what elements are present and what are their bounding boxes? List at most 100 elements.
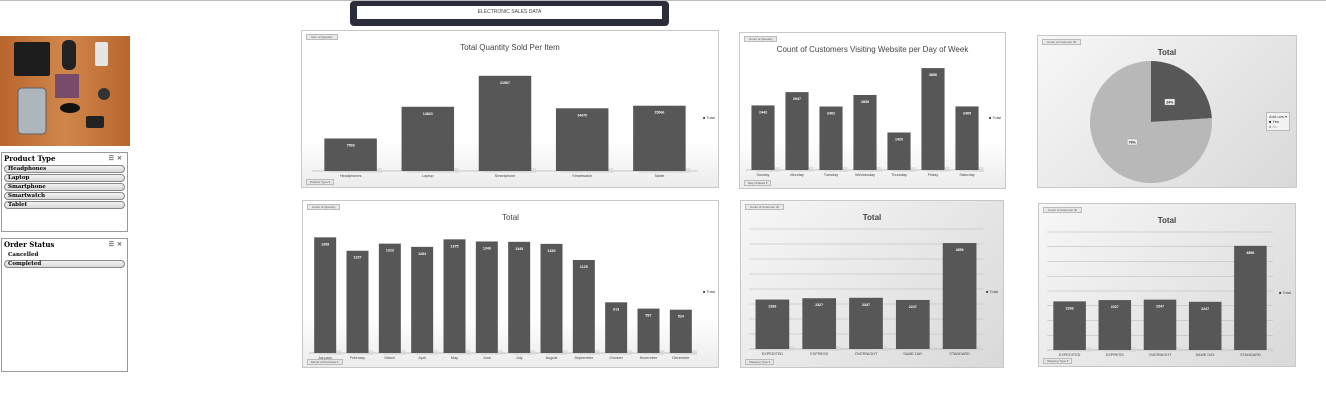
chart-monthly-total[interactable]: Count of Quantity Total 1399 January 1237 F… xyxy=(302,200,719,368)
category-label: March xyxy=(385,356,396,360)
filter-clear-icon[interactable]: ☰✕ xyxy=(109,155,125,162)
legend[interactable]: Add-ons ▾ ■ Yes ■ No xyxy=(1266,112,1291,131)
category-label: July xyxy=(516,356,523,360)
product-photo xyxy=(0,36,130,146)
slicer-product-type: Product Type ☰✕ Headphones Laptop Smartph… xyxy=(1,152,128,232)
bar xyxy=(478,75,532,171)
chart-shipping-type-2[interactable]: Count of Customer ID Total 2266 EXPEDITED… xyxy=(1038,203,1296,367)
filter-dropdown[interactable]: Shipping Type ▾ xyxy=(745,359,775,365)
chart-customers-per-day[interactable]: Count of Quantity Count of Customers Vis… xyxy=(739,32,1006,189)
chart-addons-pie[interactable]: Count of Customer ID Total 24% 76% Add-on… xyxy=(1037,35,1297,188)
data-label: 2443 xyxy=(759,110,767,114)
pie-slice xyxy=(1151,61,1212,122)
category-label: September xyxy=(575,356,594,360)
pie-label: 76% xyxy=(1129,140,1137,144)
filter-dropdown[interactable]: Product Type ▾ xyxy=(306,179,334,185)
chart-plot: 2266 EXPEDITED 2327 EXPRESS 2347 OVERNIGHT 224… xyxy=(1047,231,1273,357)
category-label: Friday xyxy=(928,173,939,177)
bar xyxy=(853,94,877,170)
data-label: 21967 xyxy=(500,81,510,85)
category-label: OVERNIGHT xyxy=(1149,353,1172,357)
category-label: Smartphone xyxy=(495,174,516,178)
data-label: 2405 xyxy=(963,111,971,115)
bar xyxy=(572,260,595,353)
legend: ■ Total xyxy=(1279,290,1291,295)
category-label: Saturday xyxy=(959,173,974,177)
bar xyxy=(378,243,401,353)
category-label: April xyxy=(418,356,426,360)
category-label: Sunday xyxy=(757,173,770,177)
bar xyxy=(751,105,775,170)
data-label: 1420 xyxy=(895,137,903,141)
category-label: August xyxy=(546,356,559,360)
slicer-item-smartphone[interactable]: Smartphone xyxy=(4,183,125,191)
bar xyxy=(955,106,979,170)
bar xyxy=(540,243,563,353)
data-label: 2247 xyxy=(909,305,917,309)
data-label: 1349 xyxy=(483,246,491,250)
slicer-item-headphones[interactable]: Headphones xyxy=(4,165,125,173)
category-label: SAME DAY xyxy=(903,352,923,356)
data-label: 2266 xyxy=(1066,306,1074,310)
data-label: 1284 xyxy=(418,252,426,256)
data-label: 2347 xyxy=(862,303,870,307)
data-label: 1375 xyxy=(451,244,459,248)
category-label: STANDARD xyxy=(949,352,970,356)
category-label: Monday xyxy=(790,173,804,177)
slicer-item-cancelled[interactable]: Cancelled xyxy=(4,251,125,259)
bar xyxy=(508,241,531,353)
data-label: 2266 xyxy=(768,305,776,309)
data-label: 2327 xyxy=(815,303,823,307)
data-label: 2247 xyxy=(1201,307,1209,311)
bar xyxy=(819,106,843,170)
data-label: 3856 xyxy=(929,73,937,77)
category-label: Laptop xyxy=(422,174,434,178)
data-label: 1345 xyxy=(515,247,523,251)
data-label: 524 xyxy=(678,315,684,319)
category-label: October xyxy=(609,356,623,360)
data-label: 4856 xyxy=(956,248,964,252)
category-label: Tablet xyxy=(654,174,665,178)
category-label: EXPRESS xyxy=(810,352,828,356)
slicer-title: Order Status xyxy=(4,240,55,249)
category-label: SAME DAY xyxy=(1196,353,1216,357)
filter-dropdown[interactable]: Day of Week ▾ xyxy=(744,180,772,186)
category-label: May xyxy=(451,356,458,360)
data-label: 14823 xyxy=(423,112,433,116)
category-label: Smartwatch xyxy=(572,174,592,178)
data-label: 1399 xyxy=(321,242,329,246)
category-label: December xyxy=(672,356,690,360)
chart-plot: 24% 76% xyxy=(1090,61,1212,183)
data-label: 1323 xyxy=(386,249,394,253)
chart-plot: 2266 EXPEDITED 2327 EXPRESS 2347 OVERNIGHT 224… xyxy=(749,228,983,356)
data-label: 2839 xyxy=(861,100,869,104)
filter-dropdown[interactable]: Month of Purchase ▾ xyxy=(307,359,343,365)
chart-plot: 2443 Sunday 2947 Monday 2402 Tuesday 2839 Wedne… xyxy=(746,68,984,177)
filter-clear-icon[interactable]: ☰✕ xyxy=(109,241,125,248)
chart-shipping-type-1[interactable]: Count of Customer ID Total 2266 EXPEDITED… xyxy=(740,200,1004,368)
slicer-item-smartwatch[interactable]: Smartwatch xyxy=(4,192,125,200)
chart-quantity-per-item[interactable]: Sum of Quantity Total Quantity Sold Per … xyxy=(301,30,719,188)
bar xyxy=(1234,245,1267,350)
bar xyxy=(475,241,498,353)
filter-dropdown[interactable]: Shipping Type ▾ xyxy=(1043,358,1073,364)
data-label: 1125 xyxy=(580,265,588,269)
slicer-item-tablet[interactable]: Tablet xyxy=(4,201,125,209)
slicer-item-laptop[interactable]: Laptop xyxy=(4,174,125,182)
bar xyxy=(314,237,337,353)
dashboard-title-box: ELECTRONIC SALES DATA xyxy=(350,1,669,26)
chart-plot: 7503 Headphones 14823 Laptop 21967 Smartphone… xyxy=(312,75,698,178)
data-label: 537 xyxy=(646,314,652,318)
slicer-item-completed[interactable]: Completed xyxy=(4,260,125,268)
data-label: 4856 xyxy=(1246,251,1254,255)
legend: ■ Total xyxy=(986,289,998,294)
bar xyxy=(443,239,466,353)
dashboard-title: ELECTRONIC SALES DATA xyxy=(357,6,662,19)
category-label: EXPEDITED xyxy=(762,352,784,356)
chart-plot: 1399January1237February1323March1284Apri… xyxy=(309,237,697,360)
pie-label: 24% xyxy=(1166,100,1174,104)
legend: ■ Total xyxy=(703,289,715,294)
data-label: 1237 xyxy=(354,256,362,260)
category-label: February xyxy=(350,356,365,360)
legend: ■ Total xyxy=(989,115,1001,120)
